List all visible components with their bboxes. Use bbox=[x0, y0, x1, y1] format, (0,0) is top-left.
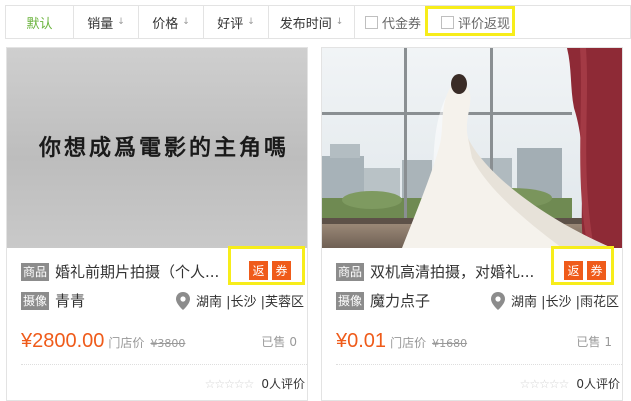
sold-label: 已售 bbox=[261, 335, 286, 349]
current-price: ¥2800.00 bbox=[21, 330, 105, 352]
shop-name[interactable]: 青青 bbox=[55, 290, 85, 311]
sold-number: 1 bbox=[604, 335, 612, 349]
badge-group: 返 券 bbox=[564, 261, 606, 280]
location-pin-icon bbox=[491, 291, 505, 310]
sold-count: 已售 1 bbox=[576, 333, 612, 350]
price-row: ¥0.01 门店价 ¥1680 bbox=[336, 330, 467, 353]
original-price: ¥3800 bbox=[150, 337, 186, 350]
sort-rating-label: 好评 bbox=[217, 16, 244, 32]
sort-price-label: 价格 bbox=[152, 16, 179, 32]
sort-price[interactable]: 价格 ↓ bbox=[139, 6, 204, 38]
location: 湖南 |长沙 |雨花区 bbox=[491, 291, 619, 310]
product-title-row: 商品 双机高清拍摄，对婚礼... bbox=[336, 261, 534, 282]
arrow-down-icon: ↓ bbox=[117, 17, 125, 27]
arrow-down-icon: ↓ bbox=[182, 17, 190, 27]
location: 湖南 |长沙 |芙蓉区 bbox=[176, 291, 304, 310]
coupon-badge: 券 bbox=[272, 261, 291, 280]
sort-sales-label: 销量 bbox=[87, 16, 114, 32]
photography-tag: 摄像 bbox=[336, 291, 365, 310]
sort-default[interactable]: 默认 bbox=[6, 6, 74, 38]
voucher-checkbox[interactable] bbox=[365, 15, 378, 29]
original-price: ¥1680 bbox=[432, 337, 468, 350]
sort-bar: 默认 销量 ↓ 价格 ↓ 好评 ↓ 发布时间 ↓ 代金券 评价返现 bbox=[5, 5, 631, 39]
divider bbox=[336, 364, 622, 365]
shop-row: 摄像 青青 bbox=[21, 290, 85, 311]
product-tag: 商品 bbox=[336, 262, 365, 281]
sort-rating[interactable]: 好评 ↓ bbox=[204, 6, 269, 38]
star-icon: ☆☆☆☆☆ bbox=[519, 376, 570, 391]
shop-name[interactable]: 魔力点子 bbox=[370, 290, 430, 311]
coupon-badge: 券 bbox=[587, 261, 606, 280]
product-title[interactable]: 双机高清拍摄，对婚礼... bbox=[370, 261, 534, 282]
product-card[interactable]: 商品 双机高清拍摄，对婚礼... 返 券 摄像 魔力点子 湖南 |长沙 |雨花区… bbox=[321, 47, 623, 401]
review-cashback-filter[interactable]: 评价返现 bbox=[441, 6, 510, 38]
star-icon: ☆☆☆☆☆ bbox=[204, 376, 255, 391]
store-price-label: 门店价 bbox=[108, 336, 145, 350]
product-title-row: 商品 婚礼前期片拍摄（个人... bbox=[21, 261, 219, 282]
arrow-down-icon: ↓ bbox=[247, 17, 255, 27]
sort-publish-time[interactable]: 发布时间 ↓ bbox=[269, 6, 355, 38]
current-price: ¥0.01 bbox=[336, 330, 387, 352]
product-tag: 商品 bbox=[21, 262, 50, 281]
store-price-label: 门店价 bbox=[390, 336, 427, 350]
review-cashback-checkbox[interactable] bbox=[441, 15, 455, 29]
review-count[interactable]: 0人评价 bbox=[576, 375, 620, 392]
shop-row: 摄像 魔力点子 bbox=[336, 290, 430, 311]
location-text: 湖南 |长沙 |芙蓉区 bbox=[196, 295, 305, 310]
sort-default-label: 默认 bbox=[26, 16, 53, 32]
rating-row: ☆☆☆☆☆ 0人评价 bbox=[205, 375, 305, 392]
divider bbox=[21, 364, 307, 365]
photography-tag: 摄像 bbox=[21, 291, 50, 310]
review-count[interactable]: 0人评价 bbox=[261, 375, 305, 392]
sort-publish-time-label: 发布时间 bbox=[279, 16, 332, 32]
product-image[interactable]: 你想成爲電影的主角嗎 bbox=[7, 48, 307, 248]
wedding-dress-photo bbox=[322, 48, 622, 248]
sold-count: 已售 0 bbox=[261, 333, 297, 350]
review-cashback-label: 评价返现 bbox=[458, 16, 511, 32]
voucher-label: 代金券 bbox=[382, 16, 422, 32]
badge-group: 返 券 bbox=[249, 261, 291, 280]
location-pin-icon bbox=[176, 291, 190, 310]
price-row: ¥2800.00 门店价 ¥3800 bbox=[21, 330, 185, 353]
product-image[interactable] bbox=[322, 48, 622, 248]
sold-label: 已售 bbox=[576, 335, 601, 349]
rating-row: ☆☆☆☆☆ 0人评价 bbox=[520, 375, 620, 392]
voucher-filter[interactable]: 代金券 bbox=[365, 6, 421, 38]
location-text: 湖南 |长沙 |雨花区 bbox=[511, 295, 620, 310]
sort-sales[interactable]: 销量 ↓ bbox=[74, 6, 139, 38]
return-badge: 返 bbox=[249, 261, 268, 280]
product-card[interactable]: 你想成爲電影的主角嗎 商品 婚礼前期片拍摄（个人... 返 券 摄像 青青 湖南… bbox=[6, 47, 308, 401]
arrow-down-icon: ↓ bbox=[335, 17, 344, 27]
product-title[interactable]: 婚礼前期片拍摄（个人... bbox=[55, 261, 219, 282]
sold-number: 0 bbox=[289, 335, 297, 349]
return-badge: 返 bbox=[564, 261, 583, 280]
image-caption: 你想成爲電影的主角嗎 bbox=[39, 135, 290, 161]
